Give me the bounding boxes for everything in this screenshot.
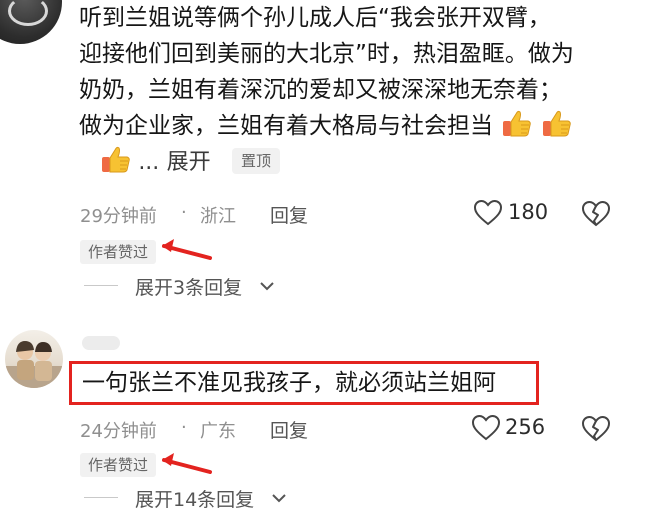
avatar[interactable] — [0, 0, 62, 44]
comment-2-location: 广东 — [200, 421, 236, 442]
author-liked-badge: 作者赞过 — [80, 453, 157, 477]
heart-outline-icon[interactable] — [471, 414, 501, 441]
broken-heart-icon[interactable] — [581, 415, 611, 442]
comment-1-reply-button[interactable]: 回复 — [270, 201, 308, 228]
expand-replies-button[interactable]: 展开14条回复 — [135, 485, 254, 512]
comment-1-body[interactable]: 听到兰姐说等俩个孙儿成人后“我会张开双臂， 迎接他们回到美丽的大北京”时，热泪盈… — [79, 0, 639, 180]
comment-1-like-count: 180 — [508, 200, 549, 224]
comment-1-location: 浙江 — [200, 206, 236, 227]
expand-text-link[interactable]: 展开 — [167, 150, 211, 175]
comment-2-like-count: 256 — [505, 415, 546, 439]
comment-1-line-4: 做为企业家，兰姐有着大格局与社会担当 — [79, 113, 493, 139]
broken-heart-icon[interactable] — [581, 200, 611, 227]
chevron-down-icon[interactable] — [270, 490, 288, 509]
comment-1-line-4-wrapper: 做为企业家，兰姐有着大格局与社会担当 — [79, 108, 639, 144]
heart-outline-icon[interactable] — [473, 199, 503, 226]
comment-2-reply-button[interactable]: 回复 — [270, 416, 308, 443]
red-arrow-annotation — [162, 453, 212, 474]
comment-1-line-5: ... 展开 置顶 — [79, 144, 639, 180]
author-liked-badge: 作者赞过 — [80, 240, 157, 264]
reply-divider-line — [84, 285, 118, 286]
chevron-down-icon[interactable] — [258, 278, 276, 297]
thumbs-up-icon — [542, 108, 572, 138]
reply-divider-line — [84, 497, 118, 498]
comment-1-line-3: 奶奶，兰姐有着深沉的爱却又被深深地无奈着； — [79, 77, 562, 103]
comment-1-timestamp: 29分钟前 — [80, 206, 157, 227]
thumbs-up-icon — [502, 108, 532, 138]
ellipsis: ... — [138, 150, 160, 175]
meta-separator: · — [181, 202, 187, 223]
username[interactable] — [82, 336, 120, 350]
comment-1-line-1: 听到兰姐说等俩个孙儿成人后“我会张开双臂， — [79, 5, 551, 31]
expand-replies-button[interactable]: 展开3条回复 — [135, 273, 242, 300]
avatar[interactable] — [5, 330, 63, 388]
comment-2-timestamp: 24分钟前 — [80, 421, 157, 442]
comment-1-line-2: 迎接他们回到美丽的大北京”时，热泪盈眶。做为 — [79, 41, 574, 67]
pinned-badge: 置顶 — [231, 148, 280, 174]
meta-separator: · — [181, 417, 187, 438]
red-arrow-annotation — [162, 239, 212, 260]
thumbs-up-icon — [101, 144, 131, 174]
comment-2-body[interactable]: 一句张兰不准见我孩子，就必须站兰姐阿 — [82, 366, 496, 400]
avatar-decoration — [8, 0, 48, 26]
